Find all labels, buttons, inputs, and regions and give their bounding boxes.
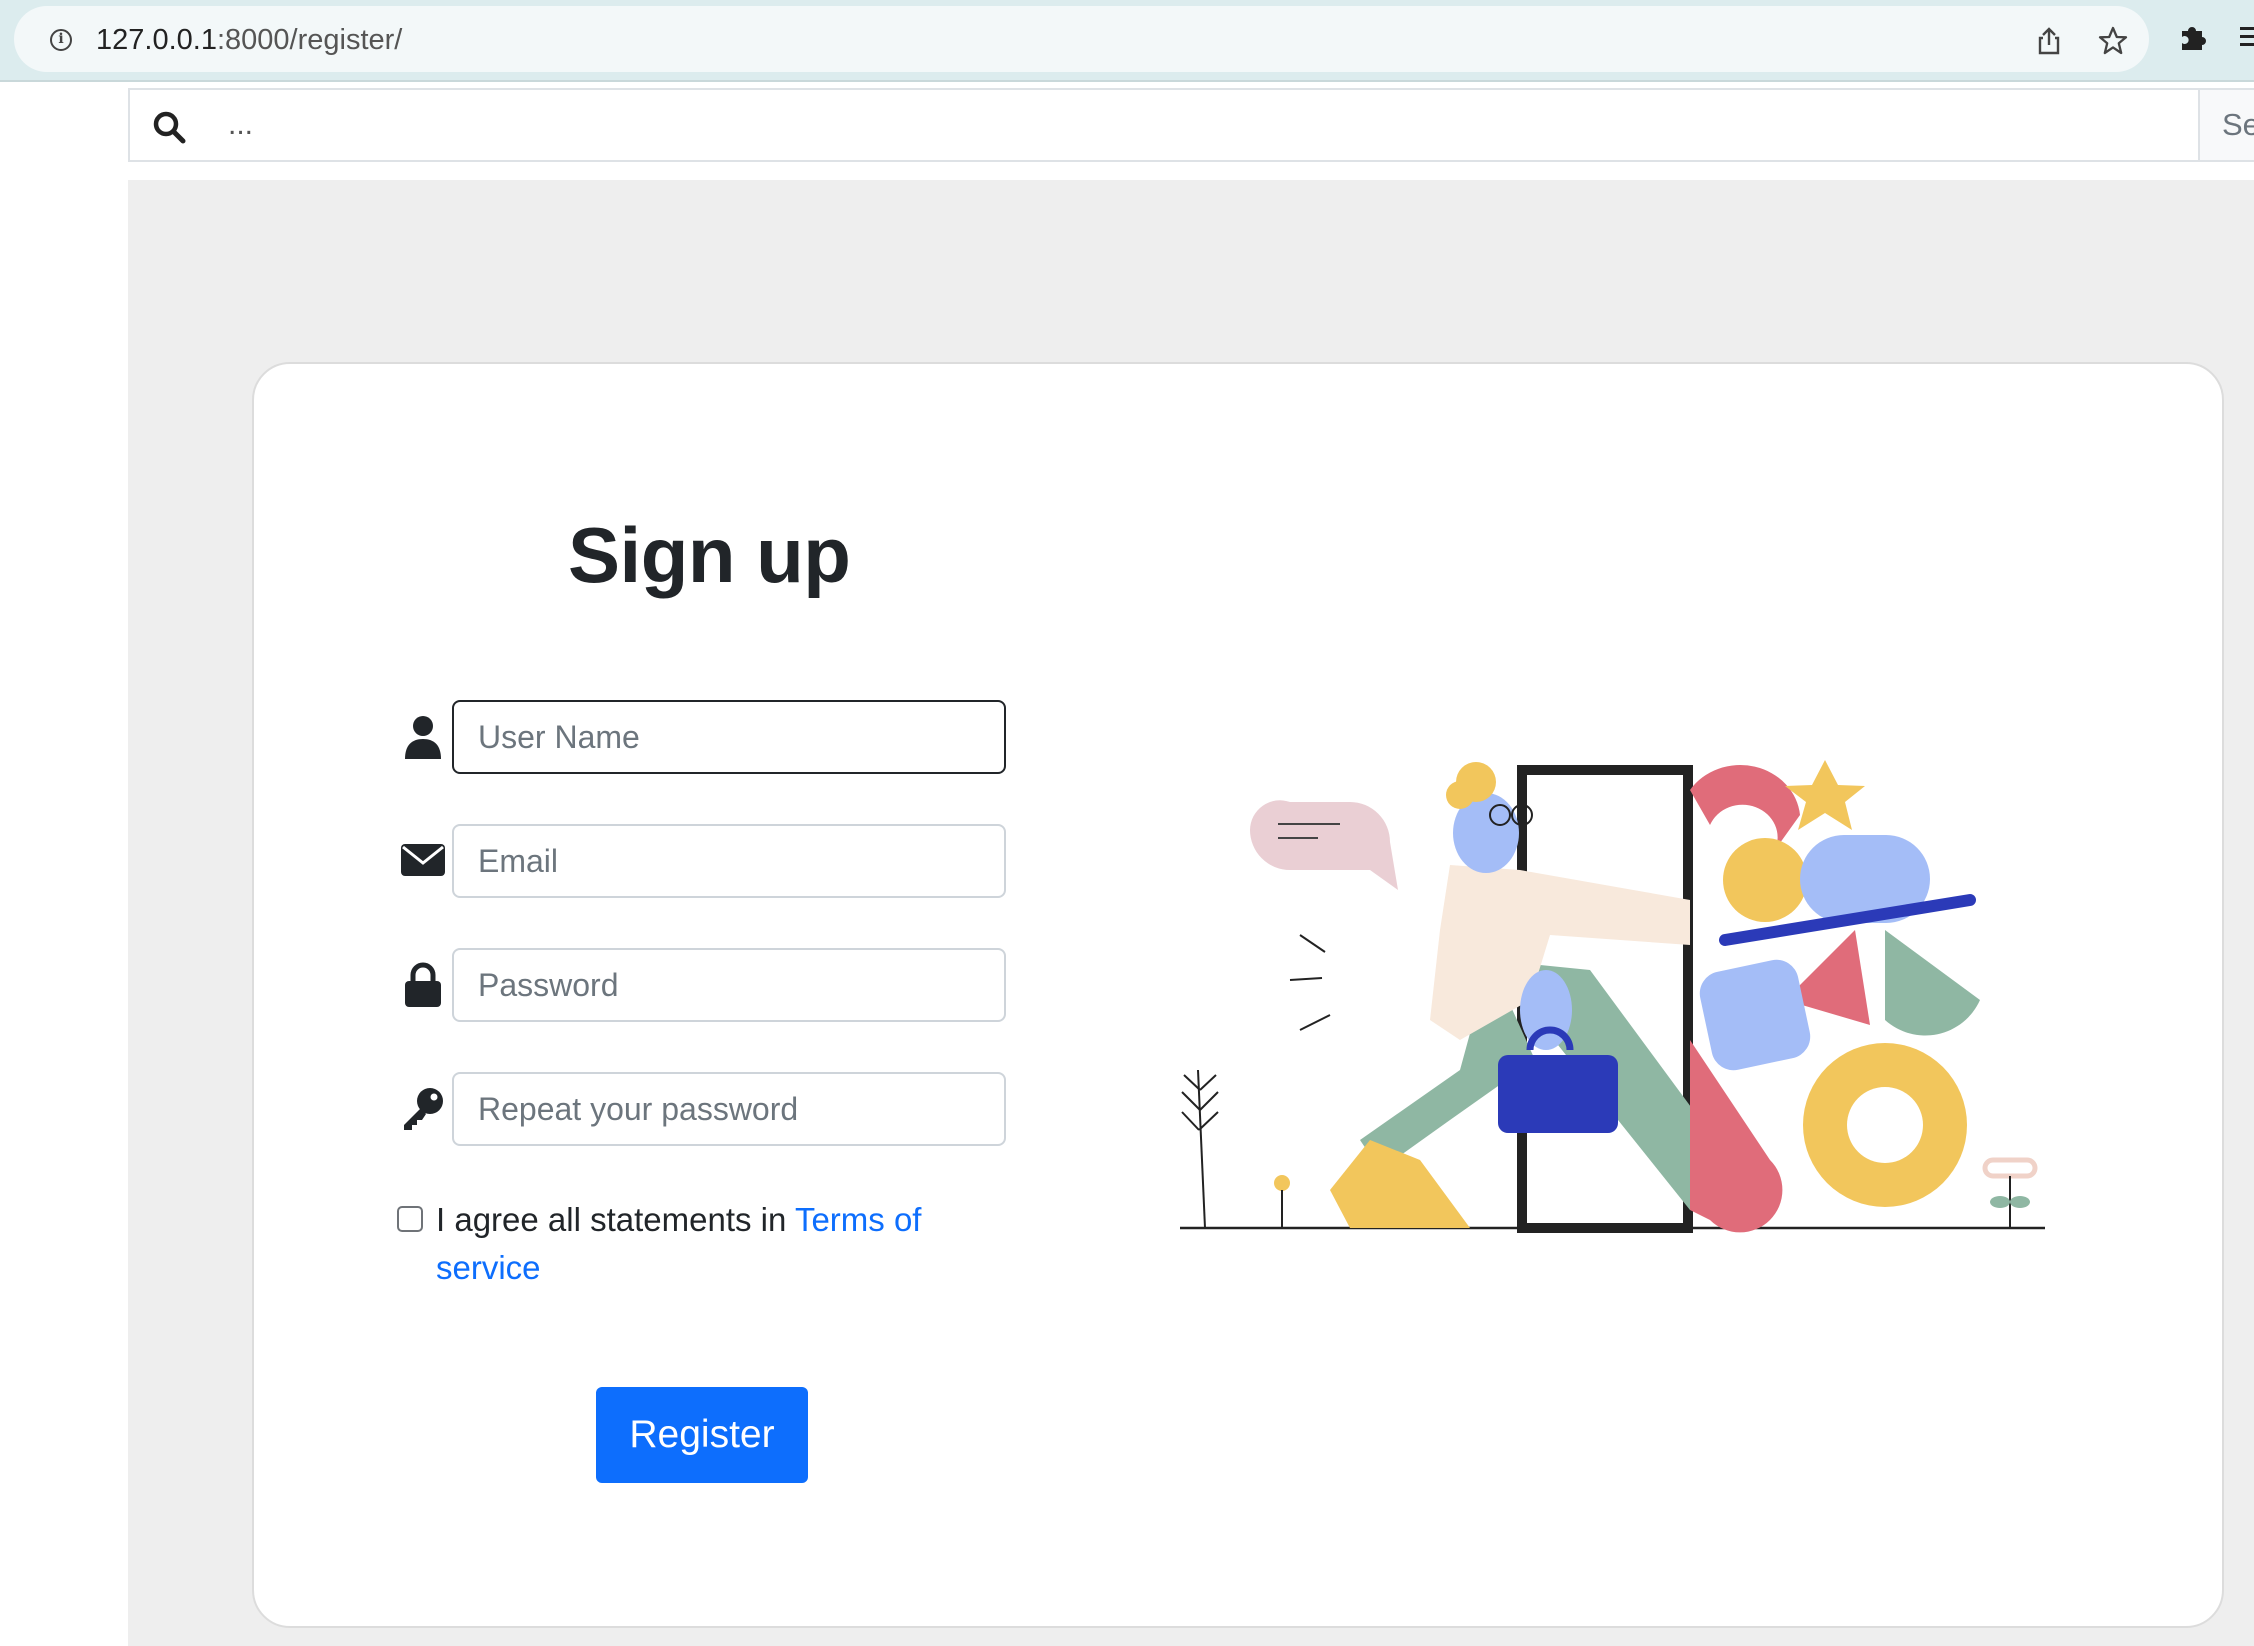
register-button[interactable]: Register [596,1387,808,1483]
url-path: :8000/register/ [216,24,403,56]
search-bar: Se [128,88,2254,162]
page-title: Sign up [568,511,851,599]
password-field[interactable] [452,948,1006,1022]
info-icon[interactable]: i [50,29,72,51]
search-button[interactable]: Se [2198,90,2254,160]
star-icon[interactable] [2098,26,2128,56]
lock-icon [405,962,441,1007]
key-icon [404,1088,443,1130]
share-icon[interactable] [2034,26,2064,56]
signup-illustration [1180,760,2045,1233]
search-icon [153,111,186,144]
browser-toolbar: i 127.0.0.1:8000/register/ [0,0,2254,82]
extensions-icon[interactable] [2178,20,2210,52]
search-addon [130,90,208,160]
agree-label: I agree all statements in Terms of servi… [436,1196,956,1292]
user-icon [405,716,441,759]
menu-icon[interactable] [2236,20,2254,52]
envelope-icon [401,844,445,876]
address-bar[interactable]: i 127.0.0.1:8000/register/ [14,6,2149,72]
url-host: 127.0.0.1 [96,24,217,56]
agree-checkbox[interactable] [397,1206,423,1232]
agree-text: I agree all statements in [436,1201,795,1238]
address-url[interactable]: 127.0.0.1:8000/register/ [96,24,402,57]
search-input[interactable] [208,90,2208,160]
username-field[interactable] [452,700,1006,774]
repeat-password-field[interactable] [452,1072,1006,1146]
email-field[interactable] [452,824,1006,898]
